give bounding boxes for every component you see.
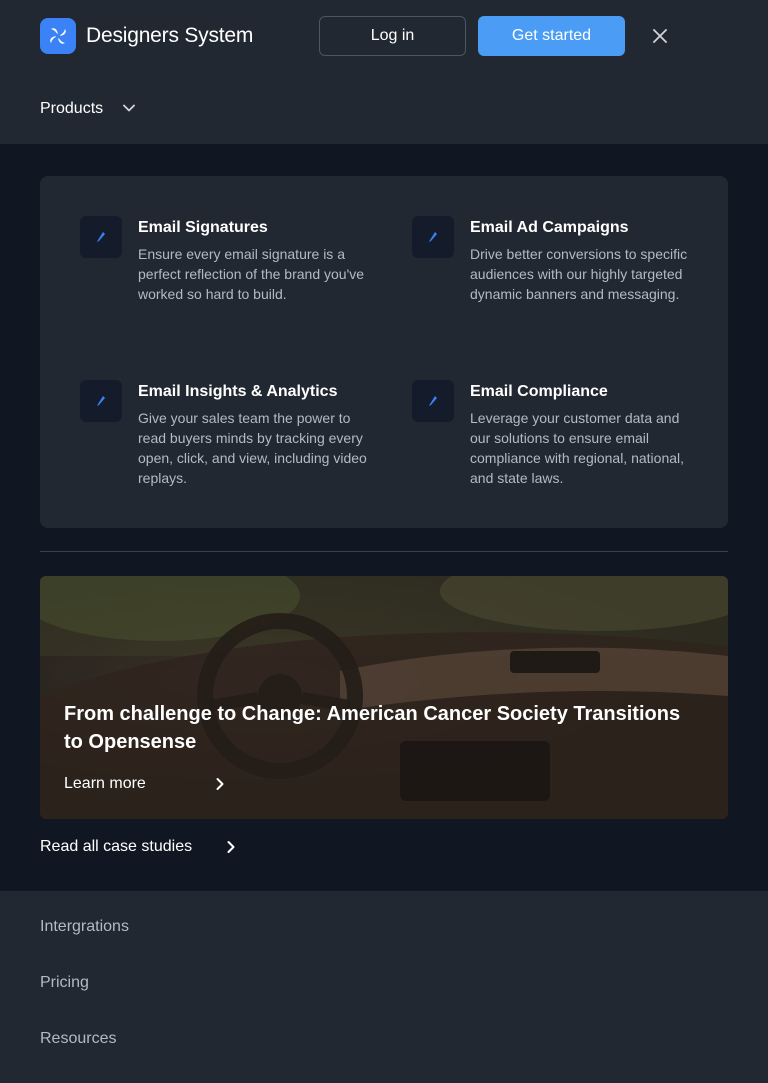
read-all-case-studies-link[interactable]: Read all case studies <box>40 837 192 857</box>
case-study-title: From challenge to Change: American Cance… <box>64 703 681 753</box>
feature-description: Leverage your customer data and our solu… <box>470 410 685 486</box>
nav-item-resources[interactable]: Resources <box>40 1029 116 1049</box>
features-grid: Email Signatures Ensure every email sign… <box>40 176 728 528</box>
learn-more-link[interactable]: Learn more <box>64 774 146 794</box>
chevron-down-icon <box>123 104 135 112</box>
pen-icon <box>412 216 454 258</box>
pen-icon <box>80 380 122 422</box>
feature-title: Email Insights & Analytics <box>138 383 338 400</box>
chevron-right-icon <box>227 841 235 853</box>
brand-logo-icon[interactable] <box>40 18 76 54</box>
feature-description: Give your sales team the power to read b… <box>138 410 367 486</box>
pen-icon <box>412 380 454 422</box>
chevron-right-icon <box>216 778 224 790</box>
close-icon[interactable] <box>650 26 670 46</box>
feature-title: Email Signatures <box>138 219 268 236</box>
login-button[interactable]: Log in <box>319 16 466 56</box>
top-header: Designers System Log in Get started <box>0 0 768 72</box>
products-label: Products <box>40 100 104 117</box>
pen-icon <box>80 216 122 258</box>
products-menu-toggle[interactable]: Products <box>0 72 768 144</box>
section-divider <box>40 551 728 552</box>
case-study-banner[interactable]: From challenge to Change: American Cance… <box>40 576 728 819</box>
nav-item-pricing[interactable]: Pricing <box>40 973 89 993</box>
feature-description: Drive better conversions to specific aud… <box>470 246 688 302</box>
feature-title: Email Ad Campaigns <box>470 219 629 236</box>
get-started-button[interactable]: Get started <box>478 16 625 56</box>
nav-item-integrations[interactable]: Intergrations <box>40 917 129 937</box>
feature-title: Email Compliance <box>470 383 608 400</box>
brand-name[interactable]: Designers System <box>86 22 253 50</box>
feature-description: Ensure every email signature is a perfec… <box>138 246 365 302</box>
